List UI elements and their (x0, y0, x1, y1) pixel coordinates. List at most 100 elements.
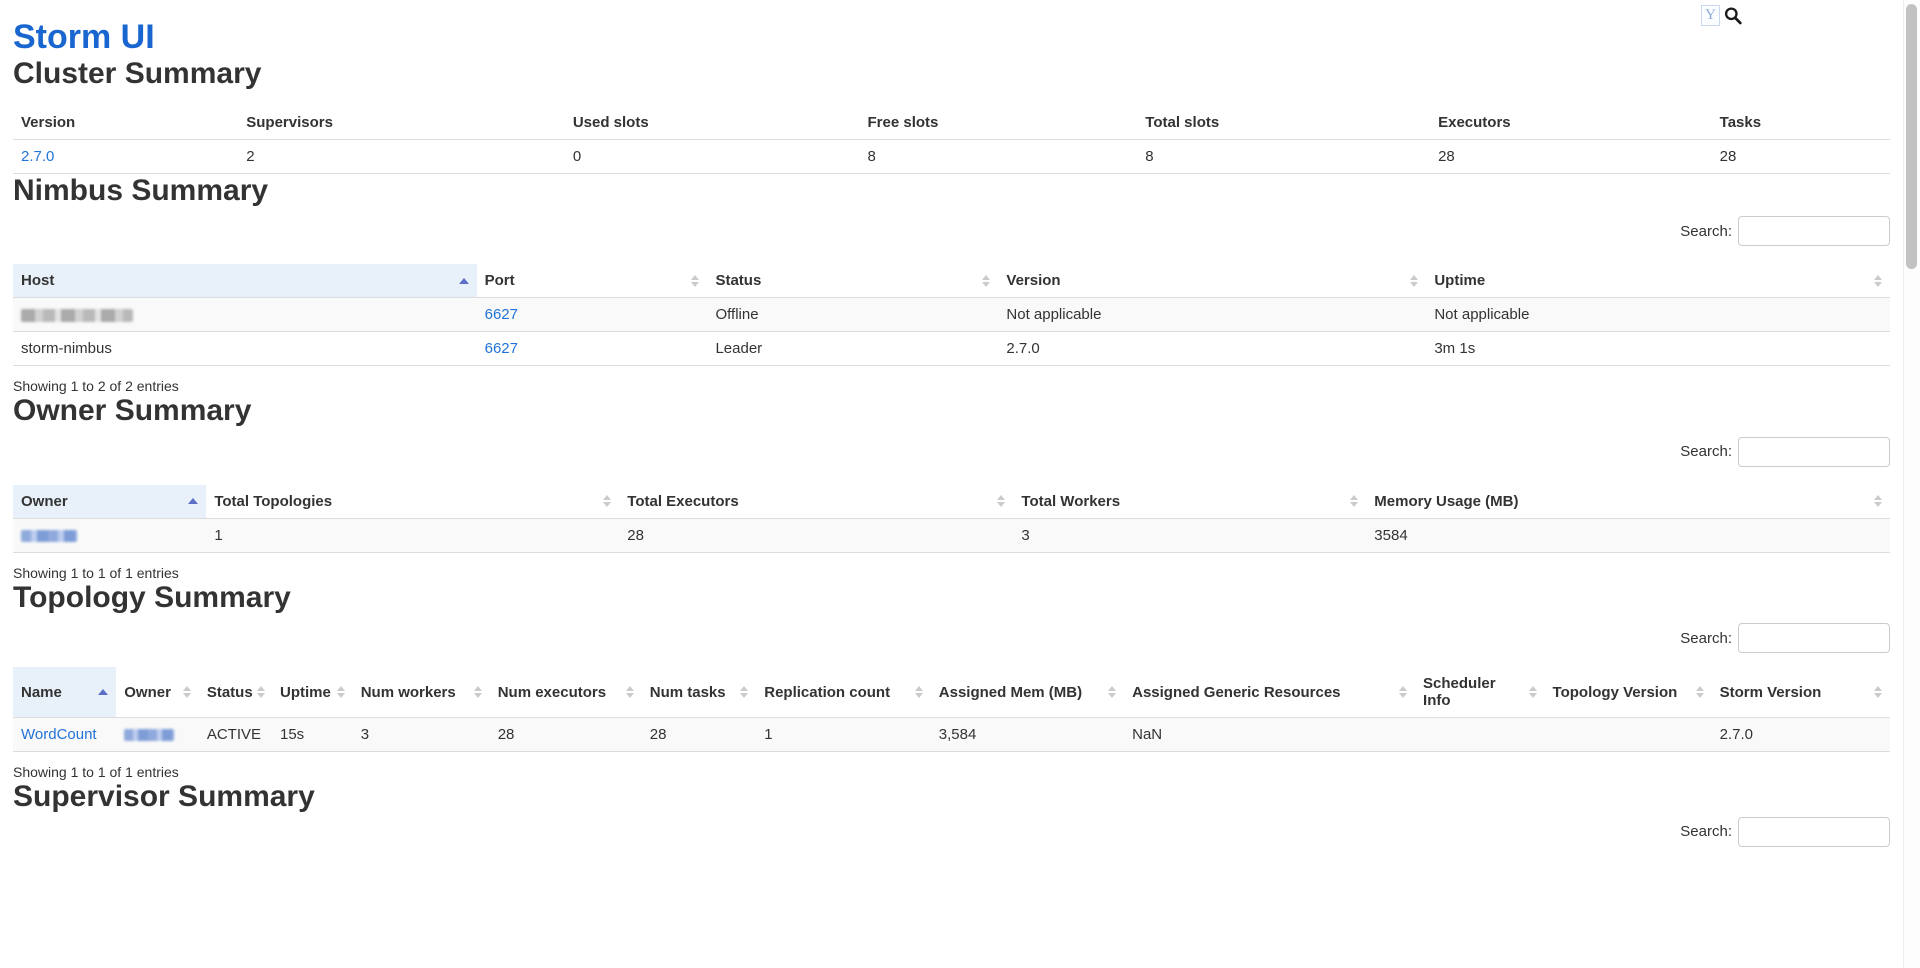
col-header-nimbus-version[interactable]: Version (998, 264, 1426, 298)
supervisor-search-row: Search: (13, 817, 1890, 847)
topology-search-row: Search: (13, 623, 1890, 653)
nimbus-host-cell: storm-nimbus (13, 332, 477, 366)
port-link[interactable]: 6627 (485, 306, 518, 323)
col-header-status[interactable]: Status (707, 264, 998, 298)
col-header-topo-owner[interactable]: Owner (116, 667, 199, 718)
col-header-storm-version-label: Storm Version (1720, 684, 1822, 701)
cluster-total-slots-cell: 8 (1137, 139, 1430, 173)
col-header-host[interactable]: Host (13, 264, 477, 298)
topbar-icons: Y (1701, 5, 1743, 26)
topology-num-tasks-cell: 28 (642, 718, 756, 752)
nimbus-search-input[interactable] (1738, 216, 1890, 246)
col-header-port-label: Port (485, 272, 515, 289)
sort-both-icon (1108, 686, 1116, 698)
cluster-summary-table: Version Supervisors Used slots Free slot… (13, 106, 1890, 174)
sort-both-icon (1399, 686, 1407, 698)
topology-num-workers-cell: 3 (353, 718, 490, 752)
col-header-num-tasks[interactable]: Num tasks (642, 667, 756, 718)
owner-row: 1 28 3 3584 (13, 518, 1890, 552)
col-header-owner-label: Owner (21, 493, 68, 510)
owner-memory-usage-cell: 3584 (1366, 518, 1890, 552)
col-header-num-executors[interactable]: Num executors (490, 667, 642, 718)
col-header-executors: Executors (1430, 106, 1712, 140)
col-header-total-executors[interactable]: Total Executors (619, 485, 1013, 519)
nimbus-version-cell: 2.7.0 (998, 332, 1426, 366)
nimbus-search-label: Search: (1680, 223, 1732, 240)
col-header-port[interactable]: Port (477, 264, 708, 298)
col-header-topology-version-label: Topology Version (1553, 684, 1678, 701)
topology-search-label: Search: (1680, 630, 1732, 647)
col-header-name[interactable]: Name (13, 667, 116, 718)
col-header-assigned-generic-resources[interactable]: Assigned Generic Resources (1124, 667, 1415, 718)
redacted-owner-value[interactable] (21, 530, 77, 542)
topology-owner-cell (116, 718, 199, 752)
col-header-nimbus-version-label: Version (1006, 272, 1060, 289)
owner-name-cell (13, 518, 206, 552)
owner-table-info: Showing 1 to 1 of 1 entries (13, 565, 1890, 581)
sort-asc-icon (98, 689, 108, 695)
col-header-topo-uptime[interactable]: Uptime (272, 667, 353, 718)
nimbus-summary-heading: Nimbus Summary (13, 174, 1890, 209)
col-header-storm-version[interactable]: Storm Version (1712, 667, 1890, 718)
page-scrollbar[interactable] (1903, 0, 1920, 968)
owner-total-topologies-cell: 1 (206, 518, 619, 552)
col-header-topo-status[interactable]: Status (199, 667, 272, 718)
col-header-total-topologies[interactable]: Total Topologies (206, 485, 619, 519)
topology-row: WordCount ACTIVE 15s 3 28 28 1 3,584 NaN… (13, 718, 1890, 752)
col-header-tasks: Tasks (1712, 106, 1890, 140)
col-header-assigned-mem[interactable]: Assigned Mem (MB) (931, 667, 1124, 718)
storm-ui-page: Storm UI Cluster Summary Version Supervi… (0, 0, 1920, 847)
sort-both-icon (603, 495, 611, 507)
col-header-uptime[interactable]: Uptime (1426, 264, 1890, 298)
sort-both-icon (691, 275, 699, 287)
owner-search-input[interactable] (1738, 437, 1890, 467)
nimbus-table-info: Showing 1 to 2 of 2 entries (13, 378, 1890, 394)
topology-link[interactable]: WordCount (21, 726, 97, 743)
topology-scheduler-info-cell (1415, 718, 1545, 752)
col-header-num-workers[interactable]: Num workers (353, 667, 490, 718)
nimbus-search-row: Search: (13, 216, 1890, 246)
cluster-tasks-cell: 28 (1712, 139, 1890, 173)
col-header-topo-status-label: Status (207, 684, 253, 701)
sort-both-icon (740, 686, 748, 698)
col-header-memory-usage[interactable]: Memory Usage (MB) (1366, 485, 1890, 519)
sort-both-icon (337, 686, 345, 698)
topology-num-executors-cell: 28 (490, 718, 642, 752)
sort-both-icon (1410, 275, 1418, 287)
topology-replication-count-cell: 1 (756, 718, 931, 752)
owner-summary-heading: Owner Summary (13, 394, 1890, 429)
col-header-total-executors-label: Total Executors (627, 493, 738, 510)
nimbus-row: 6627 Offline Not applicable Not applicab… (13, 298, 1890, 332)
sort-both-icon (1696, 686, 1704, 698)
port-link[interactable]: 6627 (485, 340, 518, 357)
sort-asc-icon (459, 278, 469, 284)
col-header-uptime-label: Uptime (1434, 272, 1485, 289)
col-header-topology-version[interactable]: Topology Version (1545, 667, 1712, 718)
cluster-row: 2.7.0 2 0 8 8 28 28 (13, 139, 1890, 173)
col-header-scheduler-info[interactable]: Scheduler Info (1415, 667, 1545, 718)
col-header-assigned-mem-label: Assigned Mem (MB) (939, 684, 1082, 701)
owner-total-executors-cell: 28 (619, 518, 1013, 552)
app-title[interactable]: Storm UI (13, 18, 1890, 57)
supervisor-search-input[interactable] (1738, 817, 1890, 847)
nimbus-status-cell: Leader (707, 332, 998, 366)
scrollbar-thumb[interactable] (1906, 4, 1917, 269)
col-header-assigned-generic-resources-label: Assigned Generic Resources (1132, 684, 1340, 701)
nimbus-row: storm-nimbus 6627 Leader 2.7.0 3m 1s (13, 332, 1890, 366)
sort-both-icon (626, 686, 634, 698)
y-badge[interactable]: Y (1701, 5, 1720, 26)
topology-search-input[interactable] (1738, 623, 1890, 653)
topology-status-cell: ACTIVE (199, 718, 272, 752)
version-link[interactable]: 2.7.0 (21, 148, 54, 165)
sort-both-icon (915, 686, 923, 698)
col-header-owner[interactable]: Owner (13, 485, 206, 519)
nimbus-uptime-cell: Not applicable (1426, 298, 1890, 332)
col-header-replication-count[interactable]: Replication count (756, 667, 931, 718)
col-header-total-workers[interactable]: Total Workers (1013, 485, 1366, 519)
topology-version-cell (1545, 718, 1712, 752)
search-icon[interactable] (1723, 6, 1743, 26)
col-header-scheduler-info-label: Scheduler Info (1423, 675, 1525, 709)
sort-both-icon (1529, 686, 1537, 698)
col-header-num-tasks-label: Num tasks (650, 684, 726, 701)
topology-table-info: Showing 1 to 1 of 1 entries (13, 764, 1890, 780)
